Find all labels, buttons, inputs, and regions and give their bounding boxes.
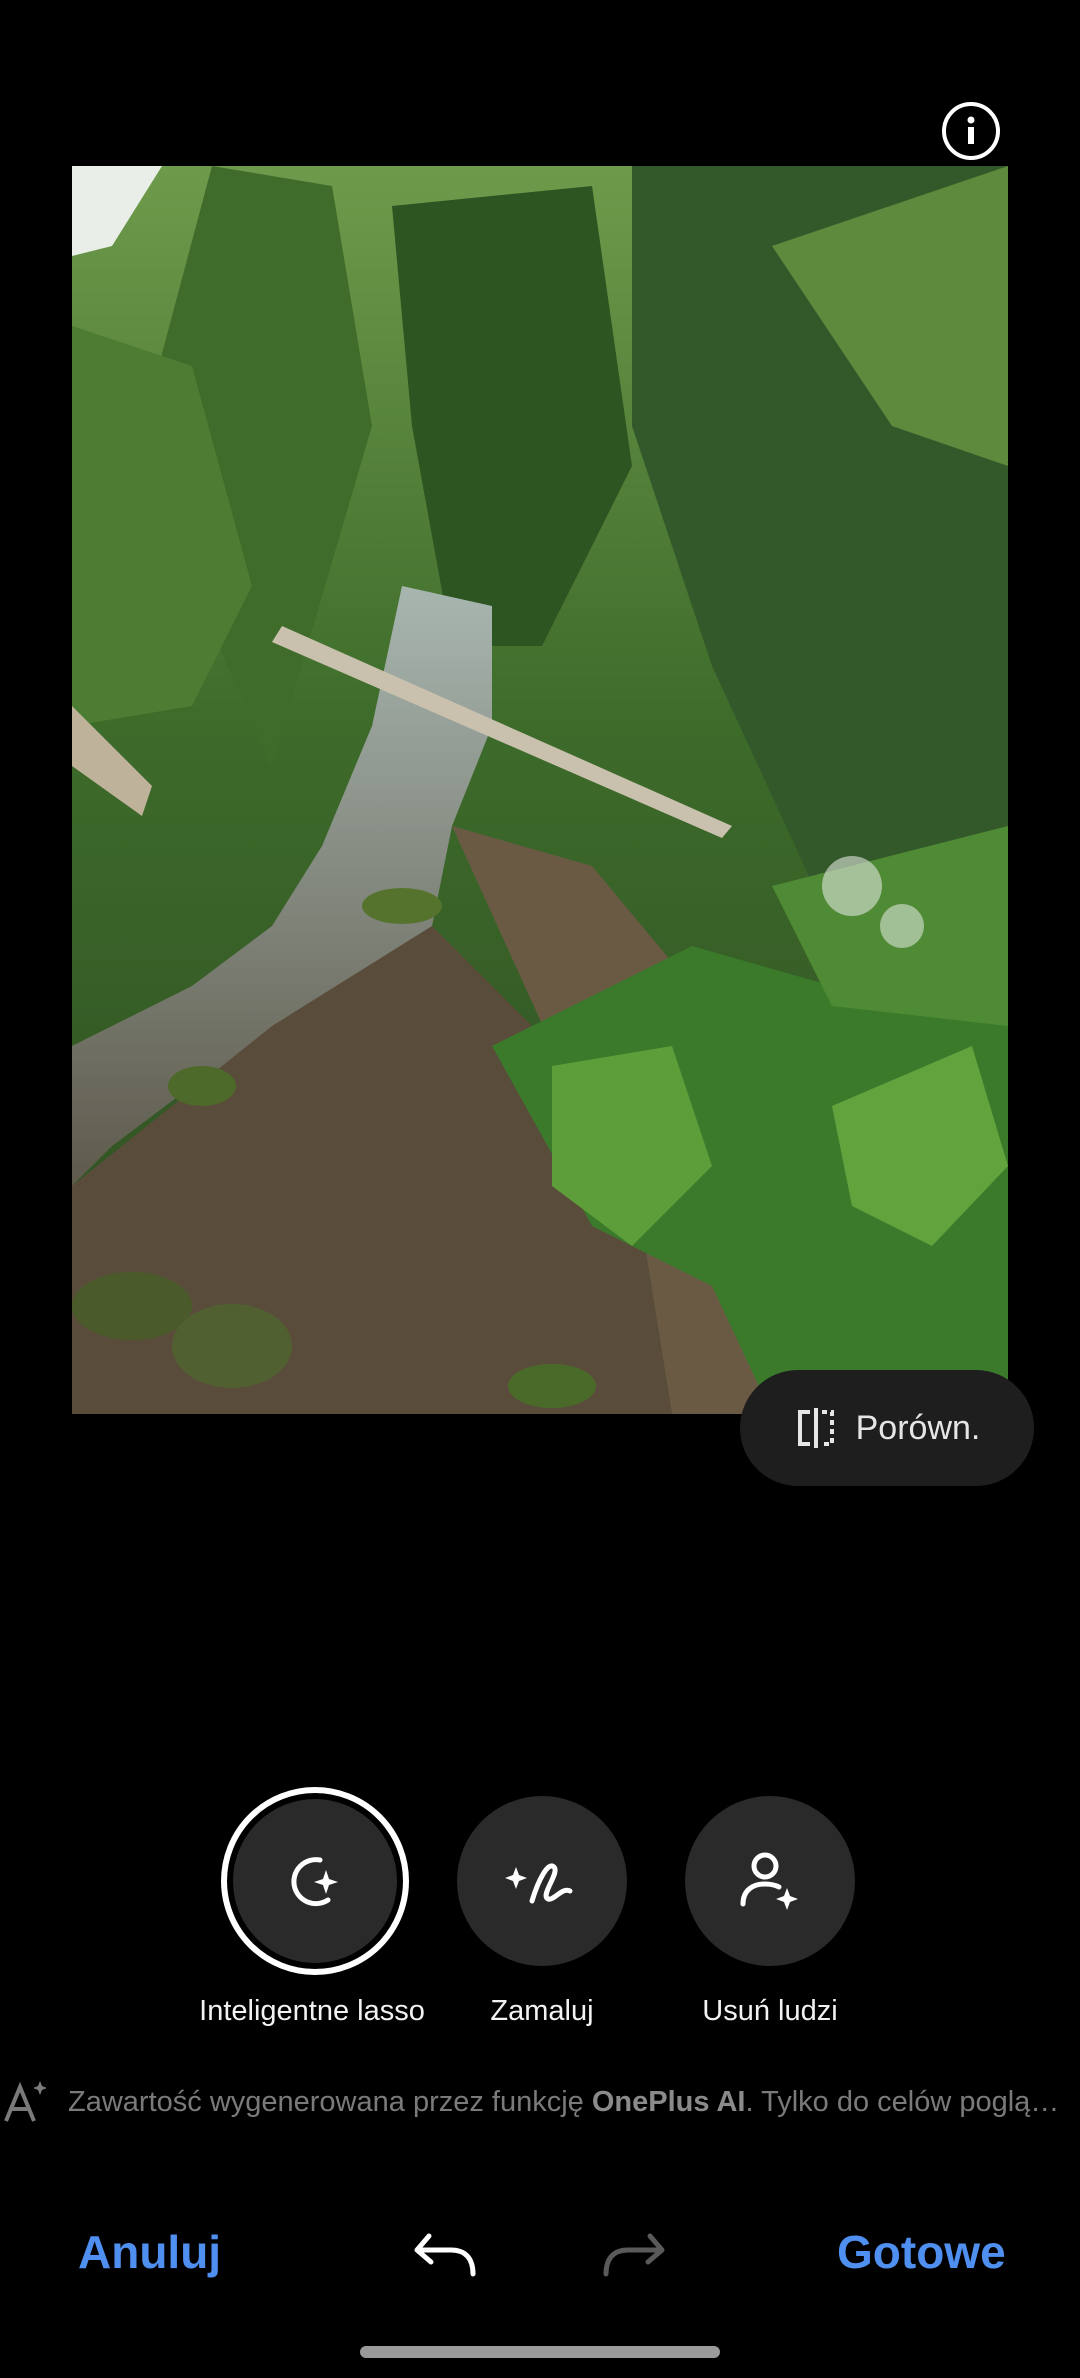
- redo-icon: [603, 2233, 665, 2277]
- photo-preview[interactable]: [72, 166, 1008, 1414]
- done-button[interactable]: Gotowe: [837, 2225, 1006, 2279]
- undo-button[interactable]: [411, 2228, 481, 2284]
- redo-button[interactable]: [598, 2228, 668, 2284]
- tool-paint-over-label: Zamaluj: [490, 1995, 594, 2027]
- undo-icon: [414, 2233, 476, 2277]
- home-indicator[interactable]: [360, 2346, 720, 2358]
- forest-stream-photo: [72, 166, 1008, 1414]
- smart-lasso-icon: [291, 1857, 338, 1907]
- brush-sparkle-icon: [505, 1863, 573, 1904]
- info-button[interactable]: [942, 102, 1000, 160]
- compare-label: Porówn.: [855, 1408, 981, 1447]
- ai-disclaimer: Zawartość wygenerowana przez funkcję One…: [0, 2072, 1080, 2132]
- remove-person-icon: [740, 1852, 798, 1910]
- cancel-button[interactable]: Anuluj: [78, 2225, 221, 2279]
- tool-remove-people-label: Usuń ludzi: [702, 1995, 838, 2027]
- tool-smart-lasso-button[interactable]: [221, 1787, 409, 1975]
- tool-smart-lasso-label: Inteligentne lasso: [199, 1995, 425, 2027]
- ai-text-icon: [4, 2081, 47, 2122]
- compare-button[interactable]: Porówn.: [740, 1370, 1034, 1486]
- tool-remove-people-button[interactable]: [685, 1796, 855, 1966]
- info-icon: [967, 116, 975, 144]
- ai-disclaimer-text: Zawartość wygenerowana przez funkcję One…: [68, 2085, 1060, 2118]
- tool-paint-over-button[interactable]: [457, 1796, 627, 1966]
- compare-split-icon: [797, 1408, 834, 1448]
